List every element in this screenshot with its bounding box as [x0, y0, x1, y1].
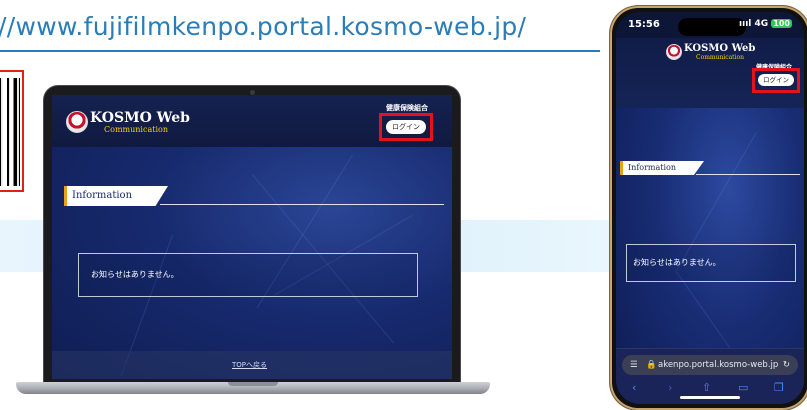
- phone-notice-text: お知らせはありません。: [633, 258, 721, 267]
- phone-information-heading-bar: Information: [620, 161, 800, 175]
- battery-icon: 100: [771, 19, 792, 28]
- phone-login-highlight-box: [752, 68, 800, 93]
- phone-status-bar: 15:56 ıııl 4G 100: [616, 12, 804, 38]
- book-icon[interactable]: ▭: [738, 381, 748, 394]
- home-indicator: [680, 396, 740, 399]
- phone-information-heading: Information: [620, 161, 704, 175]
- notice-box: お知らせはありません。: [78, 253, 418, 297]
- information-rule: [160, 204, 444, 205]
- phone-screen: 15:56 ıııl 4G 100 KOSMO Web Communicatio…: [616, 12, 804, 404]
- url-underline: [0, 50, 600, 52]
- chevron-left-icon[interactable]: ‹: [632, 381, 636, 394]
- status-indicators: ıııl 4G 100: [739, 19, 792, 29]
- share-icon[interactable]: ⇧: [702, 381, 711, 394]
- phone-notice-box: お知らせはありません。: [626, 244, 796, 282]
- laptop-notch: [228, 382, 278, 386]
- notice-text: お知らせはありません。: [91, 270, 179, 279]
- phone-logo-subtext: Communication: [696, 54, 744, 61]
- kosmo-logo-icon: [666, 44, 682, 60]
- phone-mockup: 15:56 ıııl 4G 100 KOSMO Web Communicatio…: [610, 6, 807, 410]
- lock-icon: 🔒: [646, 360, 657, 370]
- information-heading-bar: Information: [64, 186, 444, 206]
- login-highlight-box: [379, 113, 433, 141]
- signal-indicator: ıııl 4G: [739, 19, 769, 29]
- dynamic-island: [678, 18, 746, 36]
- union-name: 健康保険組合: [386, 104, 428, 112]
- laptop-mockup: KOSMO Web Communication 健康保険組合 ログイン Info…: [44, 86, 460, 386]
- site-logo-subtext: Communication: [104, 125, 168, 134]
- laptop-base: [16, 382, 490, 394]
- safari-url-text: akenpo.portal.kosmo-web.jp: [658, 360, 779, 370]
- phone-site-header: KOSMO Web Communication 健康保険組合 ログイン: [616, 38, 804, 108]
- portal-url-banner: //www.fujifilmkenpo.portal.kosmo-web.jp/: [0, 12, 527, 41]
- status-time: 15:56: [628, 19, 660, 30]
- qr-code-frame: [0, 70, 24, 192]
- tabs-icon[interactable]: ❐: [774, 381, 784, 394]
- reader-mode-icon[interactable]: ☰: [630, 355, 638, 375]
- site-header: KOSMO Web Communication 健康保険組合 ログイン: [52, 95, 452, 147]
- chevron-right-icon[interactable]: ›: [668, 381, 672, 394]
- information-heading: Information: [64, 186, 168, 206]
- laptop-screen: KOSMO Web Communication 健康保険組合 ログイン Info…: [52, 95, 452, 379]
- site-footer: TOPへ戻る: [52, 351, 452, 379]
- kosmo-logo-icon: [66, 111, 88, 133]
- safari-address-bar[interactable]: ☰ 🔒 akenpo.portal.kosmo-web.jp ↻: [622, 355, 798, 375]
- phone-logo-text: KOSMO Web: [684, 43, 756, 54]
- site-logo-text: KOSMO Web: [90, 110, 190, 126]
- reload-icon[interactable]: ↻: [783, 355, 790, 375]
- back-to-top-link[interactable]: TOPへ戻る: [232, 360, 267, 370]
- information-accent: [64, 186, 67, 206]
